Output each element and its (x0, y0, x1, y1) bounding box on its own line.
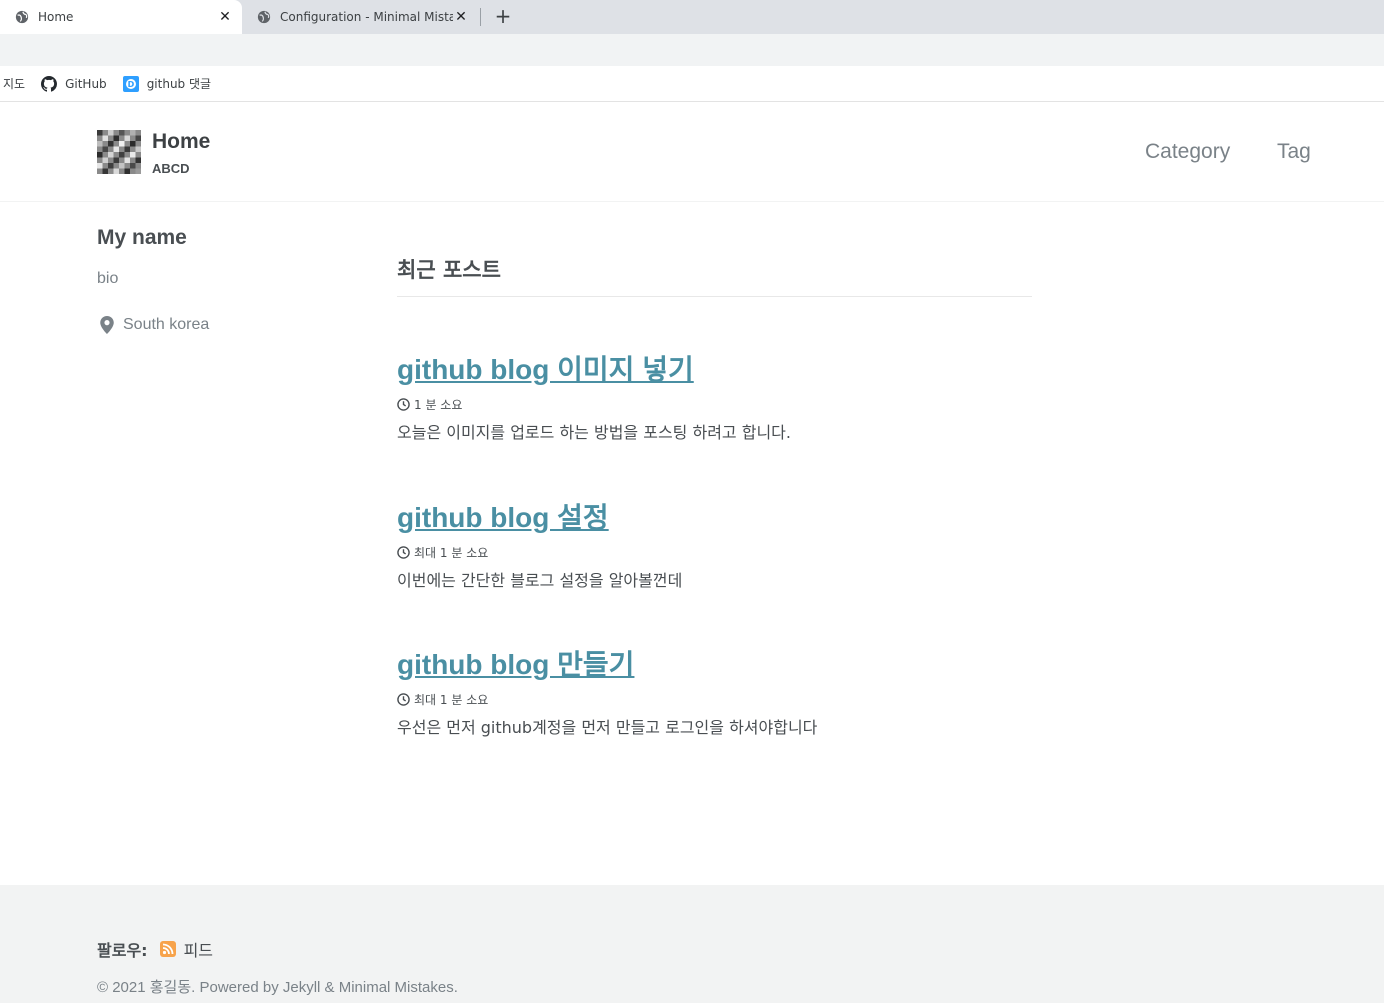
post-excerpt: 오늘은 이미지를 업로드 하는 방법을 포스팅 하려고 합니다. (397, 423, 791, 442)
copyright-text: © 2021 홍길동. Powered by Jekyll & Minimal … (97, 979, 458, 996)
map-marker-icon (100, 316, 114, 334)
clock-icon (397, 398, 410, 411)
browser-tab-configuration[interactable]: Configuration - Minimal Mistake ✕ (242, 0, 478, 34)
site-subtitle: ABCD (152, 161, 190, 176)
post-excerpt: 우선은 먼저 github계정을 먼저 만들고 로그인을 하셔야합니다 (397, 718, 818, 737)
svg-text:D: D (127, 80, 134, 89)
recent-posts-heading: 최근 포스트 (397, 254, 1032, 297)
author-name: My name (97, 226, 187, 249)
browser-toolbar (0, 34, 1384, 66)
bookmarks-bar: 지도 GitHub D github 댓글 (0, 66, 1384, 102)
site-title[interactable]: Home (152, 130, 210, 154)
read-time: 최대 1 분 소요 (414, 546, 489, 560)
tab-divider (480, 8, 481, 26)
author-location: South korea (100, 316, 209, 334)
post-item: github blog 이미지 넣기 1 분 소요 오늘은 이미지를 업로드 하… (397, 348, 791, 443)
post-excerpt: 이번에는 간단한 블로그 설정을 알아볼껀데 (397, 571, 683, 590)
new-tab-button[interactable]: + (492, 6, 514, 28)
location-label: South korea (123, 316, 210, 333)
browser-tab-strip: Home ✕ Configuration - Minimal Mistake ✕… (0, 0, 1384, 34)
post-meta: 최대 1 분 소요 (397, 544, 682, 561)
site-masthead: Home ABCD Category Tag (0, 103, 1384, 202)
post-item: github blog 만들기 최대 1 분 소요 우선은 먼저 github계… (397, 643, 817, 738)
feed-link[interactable]: 피드 (159, 937, 214, 961)
post-item: github blog 설정 최대 1 분 소요 이번에는 간단한 블로그 설정… (397, 496, 682, 591)
browser-tab-home[interactable]: Home ✕ (0, 0, 242, 34)
nav-tag-link[interactable]: Tag (1277, 140, 1311, 164)
site-logo[interactable] (97, 130, 141, 174)
bookmark-label: github 댓글 (146, 77, 212, 91)
globe-icon (257, 10, 271, 24)
post-title-link[interactable]: github blog 만들기 (397, 643, 634, 683)
bookmark-label: GitHub (65, 76, 107, 91)
bookmark-github[interactable]: GitHub (41, 75, 107, 92)
github-icon (41, 75, 58, 92)
bookmark-github-comments[interactable]: D github 댓글 (122, 75, 212, 92)
tab-title: Home (38, 10, 74, 24)
bookmark-label: 지도 (3, 77, 26, 91)
clock-icon (397, 546, 410, 559)
tab-title: Configuration - Minimal Mistake (280, 10, 453, 24)
globe-icon (15, 10, 29, 24)
rss-icon (159, 941, 176, 957)
post-meta: 1 분 소요 (397, 396, 791, 413)
footer-follow: 팔로우: 피드 (97, 937, 213, 961)
post-meta: 최대 1 분 소요 (397, 691, 817, 708)
site-footer: 팔로우: 피드 © 2021 홍길동. Powered by Jekyll & … (0, 885, 1384, 1003)
close-icon[interactable]: ✕ (453, 9, 469, 25)
post-title-link[interactable]: github blog 설정 (397, 496, 609, 536)
author-bio: bio (97, 270, 119, 287)
clock-icon (397, 693, 410, 706)
close-icon[interactable]: ✕ (217, 9, 233, 25)
nav-category-link[interactable]: Category (1145, 140, 1230, 164)
read-time: 1 분 소요 (414, 398, 463, 412)
follow-label: 팔로우: (97, 941, 148, 960)
bookmark-map[interactable]: 지도 (3, 75, 25, 92)
feed-label: 피드 (183, 941, 214, 960)
post-title-link[interactable]: github blog 이미지 넣기 (397, 348, 694, 388)
disqus-icon: D (122, 75, 139, 92)
read-time: 최대 1 분 소요 (414, 693, 489, 707)
